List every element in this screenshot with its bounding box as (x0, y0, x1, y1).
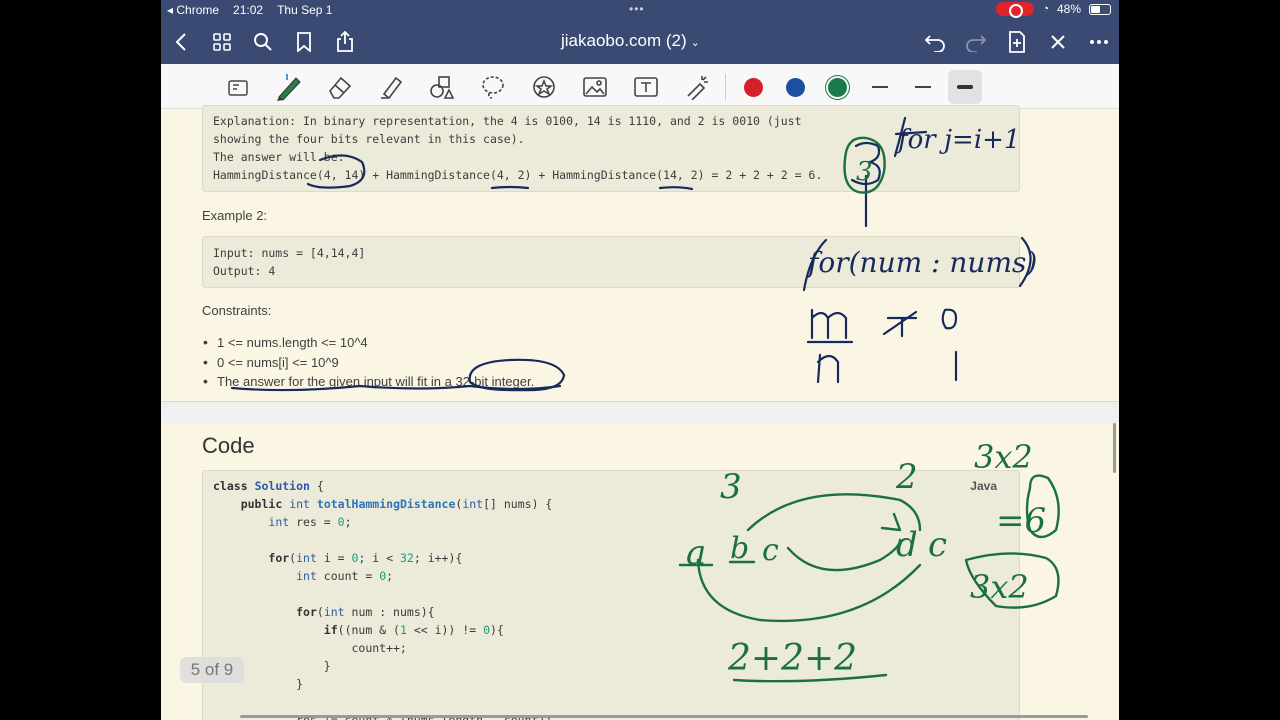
color-blue-swatch[interactable] (778, 70, 812, 104)
code-line: count++; (213, 641, 407, 655)
document-title[interactable]: jiakaobo.com (2) ⌄ (561, 31, 700, 51)
page-indicator[interactable]: 5 of 9 (180, 657, 244, 683)
example2-input: Input: nums = [4,14,4] (213, 246, 366, 260)
code-line: class Solution { (213, 479, 324, 493)
constraint-item: The answer for the given input will fit … (203, 373, 534, 389)
code-section-heading: Code (202, 433, 255, 458)
constraint-item: 0 <= nums[i] <= 10^9 (203, 354, 339, 370)
color-red-swatch[interactable] (736, 70, 770, 104)
add-page-icon[interactable] (1003, 28, 1031, 56)
example1-code-block: Explanation: In binary representation, t… (202, 105, 1020, 192)
example2-label: Example 2: (202, 208, 268, 223)
status-bar: ◂ Chrome 21:02 Thu Sep 1 ••• ◔ 48% (161, 0, 1119, 20)
color-green-swatch[interactable] (820, 70, 854, 104)
code-language-label: Java (970, 479, 997, 493)
navigation-bar: jiakaobo.com (2) ⌄ (161, 20, 1119, 64)
example2-code-block: Input: nums = [4,14,4] Output: 4 (202, 236, 1020, 288)
explanation-line-2: showing the four bits relevant in this c… (213, 132, 525, 146)
constraint-item: 1 <= nums.length <= 10^4 (203, 334, 368, 350)
bookmark-icon[interactable] (290, 28, 318, 56)
solution-code-block: Java class Solution { public int totalHa… (202, 470, 1020, 720)
code-line: if((num & (1 << i)) != 0){ (323, 623, 504, 637)
stroke-thin-option[interactable] (863, 70, 897, 104)
code-line: int res = 0; (268, 515, 352, 529)
document-page-2: Code Java class Solution { public int to… (161, 423, 1119, 720)
battery-icon (1089, 3, 1111, 15)
laser-pointer-icon[interactable] (680, 70, 714, 104)
share-icon[interactable] (331, 28, 359, 56)
explanation-line-1: Explanation: In binary representation, t… (213, 114, 802, 128)
example2-output: Output: 4 (213, 264, 276, 278)
grid-view-icon[interactable] (208, 28, 236, 56)
document-title-text: jiakaobo.com (2) (561, 31, 687, 50)
screen-recording-icon[interactable] (996, 2, 1035, 18)
undo-icon[interactable] (921, 28, 949, 56)
battery-percent: 48% (1056, 2, 1081, 16)
back-app-label: Chrome (176, 3, 220, 17)
constraints-label: Constraints: (202, 303, 272, 318)
chevron-down-icon: ⌄ (690, 37, 700, 49)
status-time: 21:02 (233, 3, 264, 17)
explanation-line-3: The answer will be: (213, 150, 345, 164)
explanation-line-4: HammingDistance(4, 14) + HammingDistance… (213, 168, 823, 182)
image-tool-icon[interactable] (578, 70, 612, 104)
lasso-tool-icon[interactable] (476, 70, 510, 104)
wifi-icon: ◔ (1042, 3, 1049, 15)
close-icon[interactable] (1044, 28, 1072, 56)
code-line: for(int num : nums){ (296, 605, 435, 619)
read-mode-icon[interactable] (221, 70, 255, 104)
search-icon[interactable] (249, 28, 277, 56)
back-to-app-link[interactable]: ◂ Chrome (167, 3, 219, 17)
code-line: int count = 0; (296, 569, 394, 583)
stroke-thick-option[interactable] (948, 70, 982, 104)
back-chevron-icon[interactable] (167, 28, 195, 56)
toolbar-divider (725, 74, 726, 100)
stroke-medium-option[interactable] (906, 70, 940, 104)
more-options-icon[interactable] (1085, 28, 1113, 56)
annotation-toolbar (161, 64, 1119, 109)
page-separator (161, 401, 1119, 423)
eraser-tool-icon[interactable] (323, 70, 357, 104)
redo-icon[interactable] (962, 28, 990, 56)
horizontal-scrollbar[interactable] (240, 715, 1088, 718)
text-tool-icon[interactable] (629, 70, 663, 104)
vertical-scrollbar[interactable] (1113, 423, 1116, 473)
status-date: Thu Sep 1 (277, 3, 333, 17)
code-line: public int totalHammingDistance(int[] nu… (240, 497, 553, 511)
sticker-tool-icon[interactable] (527, 70, 561, 104)
pen-tool-icon[interactable] (272, 70, 306, 104)
highlighter-tool-icon[interactable] (374, 70, 408, 104)
code-line: for(int i = 0; i < 32; i++){ (268, 551, 463, 565)
shapes-tool-icon[interactable] (425, 70, 459, 104)
document-page-1: Explanation: In binary representation, t… (161, 105, 1119, 401)
ipad-screen: ◂ Chrome 21:02 Thu Sep 1 ••• ◔ 48% jiaka… (161, 0, 1119, 720)
multitasking-dots-icon[interactable]: ••• (629, 2, 645, 16)
